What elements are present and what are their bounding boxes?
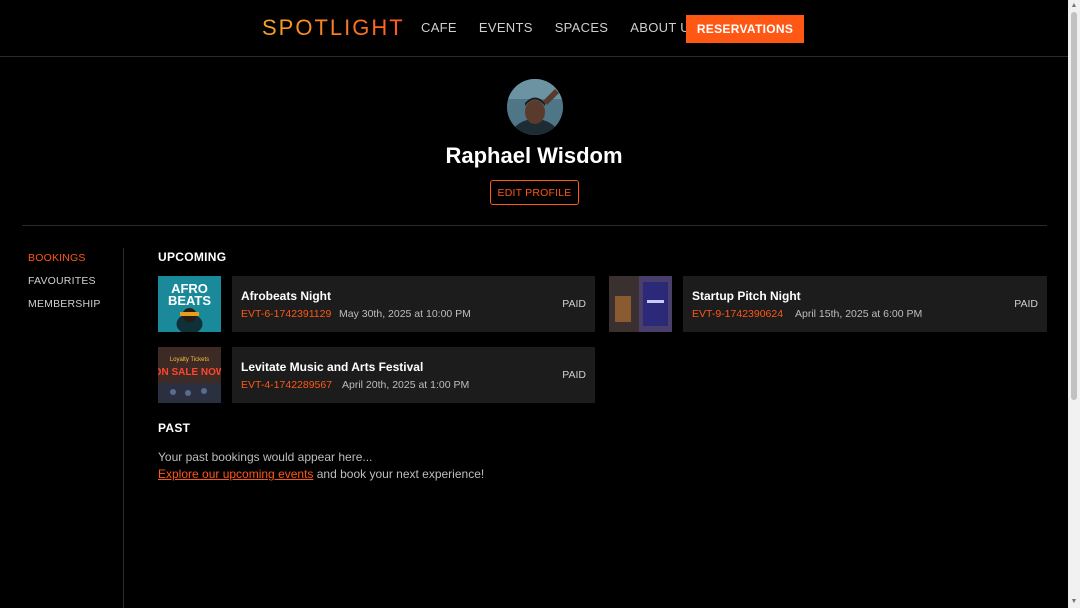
scroll-down-icon[interactable]: ▼: [1068, 596, 1080, 608]
booking-card[interactable]: Levitate Music and Arts Festival EVT-4-1…: [232, 347, 595, 403]
booking-card[interactable]: Afrobeats Night EVT-6-1742391129 May 30t…: [232, 276, 595, 332]
logo[interactable]: SPOTLIGHT: [262, 15, 405, 41]
booking-id: EVT-9-1742390624: [692, 308, 784, 320]
booking-id: EVT-4-1742289567: [241, 379, 333, 391]
scroll-thumb[interactable]: [1071, 12, 1077, 400]
nav-spaces[interactable]: SPACES: [555, 20, 609, 35]
booking-id: EVT-6-1742391129: [241, 308, 332, 320]
profile-name: Raphael Wisdom: [445, 143, 623, 168]
svg-text:ON SALE NOW: ON SALE NOW: [158, 367, 221, 378]
booking-status: PAID: [562, 298, 586, 310]
edit-profile-button[interactable]: EDIT PROFILE: [490, 180, 579, 205]
profile-sidebar: BOOKINGS FAVOURITES MEMBERSHIP: [28, 252, 101, 321]
main-nav: CAFE EVENTS SPACES ABOUT US: [421, 20, 699, 35]
booking-date: April 15th, 2025 at 6:00 PM: [795, 308, 923, 320]
profile-page: SPOTLIGHT CAFE EVENTS SPACES ABOUT US RE…: [0, 0, 1080, 608]
levitate-thumbnail[interactable]: Loyalty Tickets ON SALE NOW: [158, 347, 221, 403]
nav-cafe[interactable]: CAFE: [421, 20, 457, 35]
booking-status: PAID: [562, 369, 586, 381]
upcoming-heading: UPCOMING: [158, 250, 227, 264]
booking-title: Afrobeats Night: [241, 289, 331, 303]
explore-events-link[interactable]: Explore our upcoming events: [158, 467, 313, 481]
sidebar-item-favourites[interactable]: FAVOURITES: [28, 275, 101, 287]
avatar: [507, 79, 563, 135]
past-cta-line: Explore our upcoming events and book you…: [158, 466, 484, 483]
booking-date: May 30th, 2025 at 10:00 PM: [339, 308, 471, 320]
booking-title: Levitate Music and Arts Festival: [241, 360, 424, 374]
past-heading: PAST: [158, 421, 191, 435]
svg-text:BEATS: BEATS: [168, 293, 211, 308]
scroll-up-icon[interactable]: ▲: [1068, 0, 1080, 12]
past-empty-text: Your past bookings would appear here...: [158, 450, 373, 464]
reservations-button[interactable]: RESERVATIONS: [686, 15, 804, 43]
sidebar-item-membership[interactable]: MEMBERSHIP: [28, 298, 101, 310]
booking-date: April 20th, 2025 at 1:00 PM: [342, 379, 470, 391]
nav-events[interactable]: EVENTS: [479, 20, 533, 35]
startup-pitch-thumbnail[interactable]: [609, 276, 672, 332]
sidebar-item-bookings[interactable]: BOOKINGS: [28, 252, 101, 264]
past-empty-message: Your past bookings would appear here... …: [158, 449, 484, 483]
sidebar-divider: [123, 248, 124, 608]
top-navbar: SPOTLIGHT CAFE EVENTS SPACES ABOUT US RE…: [0, 0, 1068, 57]
booking-title: Startup Pitch Night: [692, 289, 801, 303]
booking-status: PAID: [1014, 298, 1038, 310]
past-cta-suffix: and book your next experience!: [313, 467, 485, 481]
afrobeats-thumbnail[interactable]: AFRO BEATS: [158, 276, 221, 332]
svg-text:Loyalty Tickets: Loyalty Tickets: [170, 357, 209, 363]
page-scrollbar[interactable]: ▲ ▼: [1068, 0, 1080, 608]
section-divider: [22, 225, 1047, 226]
booking-card[interactable]: Startup Pitch Night EVT-9-1742390624 Apr…: [683, 276, 1047, 332]
